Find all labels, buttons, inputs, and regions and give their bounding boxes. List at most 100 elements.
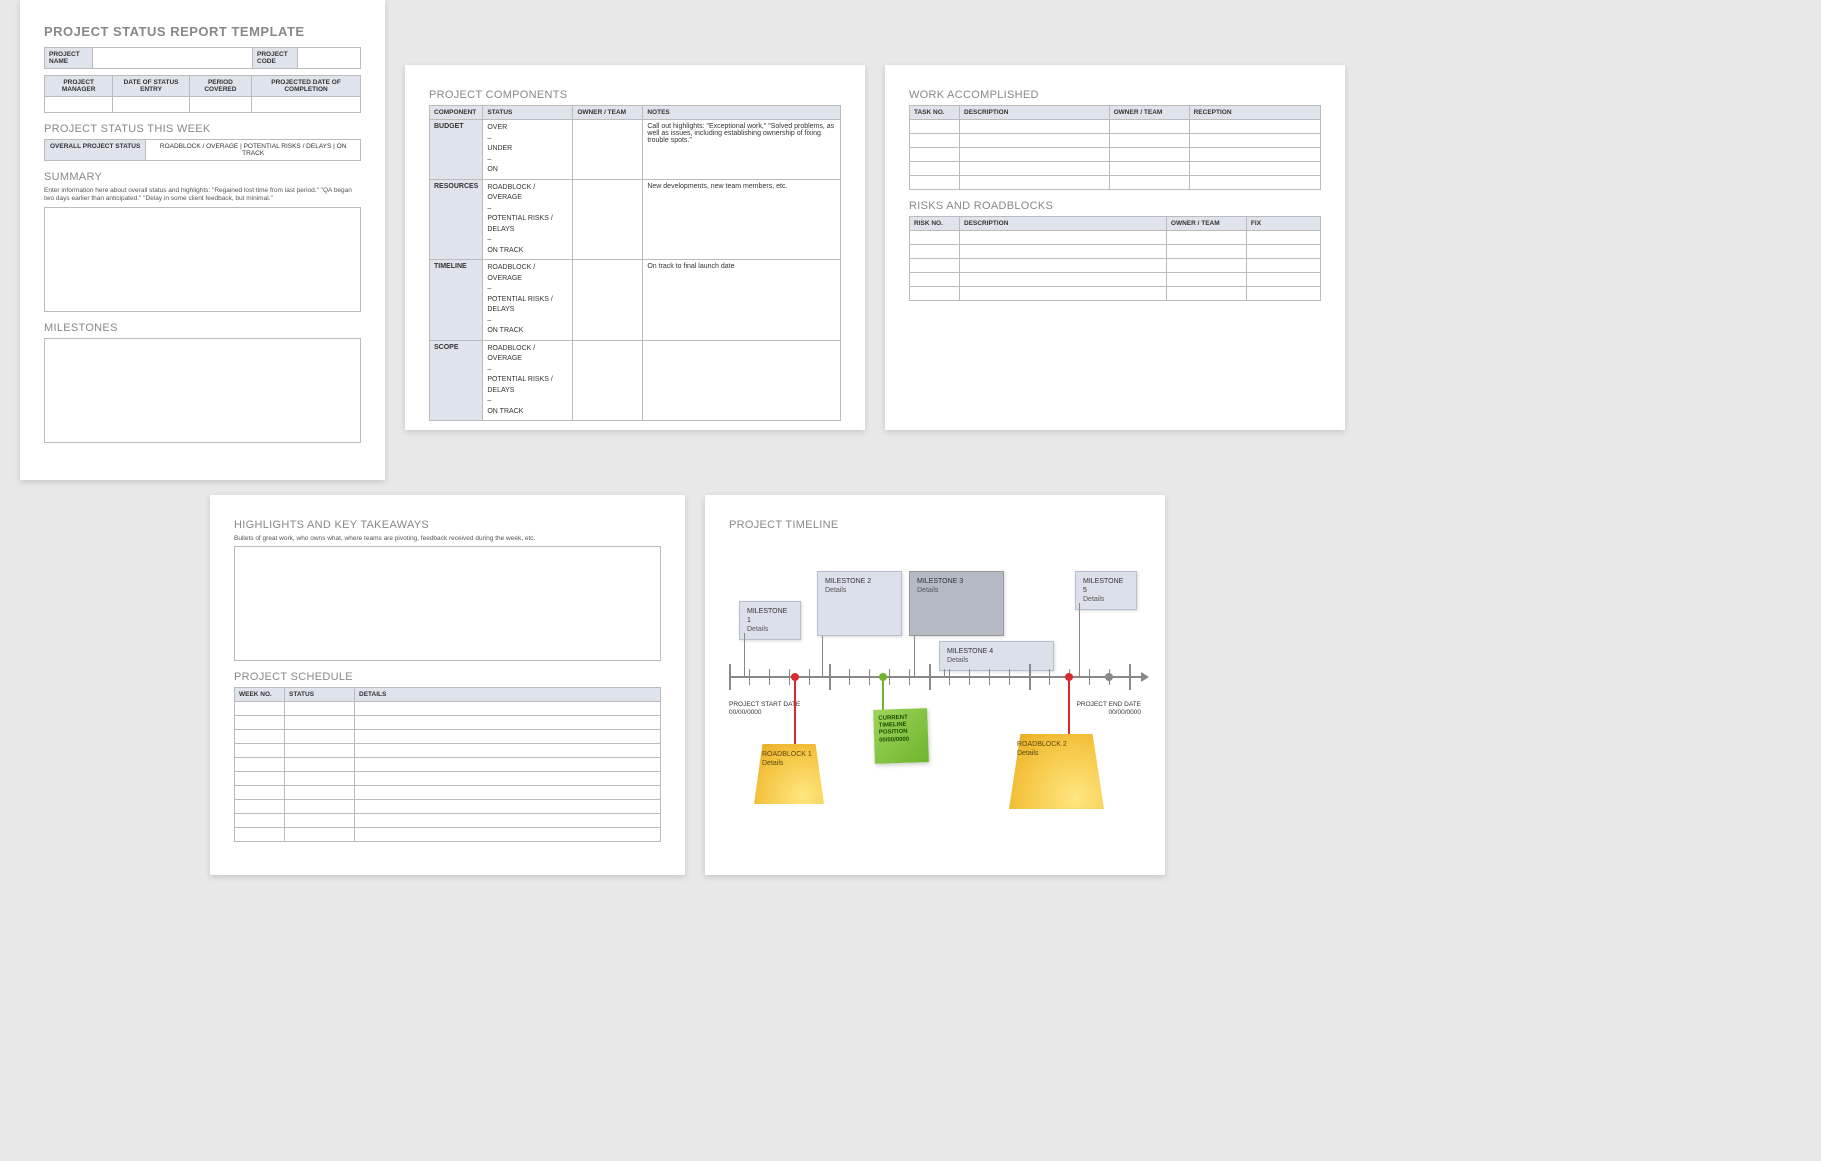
table-row[interactable]: [910, 231, 1321, 245]
col-week-no: WEEK NO.: [235, 688, 285, 702]
end-date: 00/00/0000: [1077, 709, 1141, 717]
input-period-covered[interactable]: [189, 97, 251, 113]
col-details: DETAILS: [355, 688, 661, 702]
table-row[interactable]: [910, 287, 1321, 301]
dot-icon: [1105, 673, 1113, 681]
section-schedule: PROJECT SCHEDULE: [234, 671, 661, 683]
table-row[interactable]: [235, 800, 661, 814]
input-date-status-entry[interactable]: [113, 97, 189, 113]
cell-notes[interactable]: New developments, new team members, etc.: [643, 179, 841, 260]
table-row[interactable]: [910, 273, 1321, 287]
cell-status[interactable]: OVER – UNDER – ON: [483, 120, 573, 180]
milestone-detail: Details: [917, 586, 996, 595]
col-notes: NOTES: [643, 106, 841, 120]
summary-hint: Enter information here about overall sta…: [44, 187, 361, 204]
roadblock-2: ROADBLOCK 2 Details: [1009, 734, 1104, 809]
input-project-code[interactable]: [298, 48, 361, 69]
table-row[interactable]: [910, 134, 1321, 148]
input-project-name[interactable]: [93, 48, 253, 69]
table-row[interactable]: [235, 786, 661, 800]
milestone-title: MILESTONE 2: [825, 577, 894, 586]
overall-status-options[interactable]: ROADBLOCK / OVERAGE | POTENTIAL RISKS / …: [146, 140, 360, 160]
end-label-text: PROJECT END DATE: [1077, 701, 1141, 709]
cell-owner[interactable]: [573, 340, 643, 421]
col-owner: OWNER / TEAM: [1166, 217, 1246, 231]
roadblock-dot-icon: [1065, 673, 1073, 681]
current-connector-line: [882, 681, 884, 711]
cell-component: BUDGET: [430, 120, 483, 180]
cell-notes[interactable]: Call out highlights: "Exceptional work,"…: [643, 120, 841, 180]
col-status: STATUS: [483, 106, 573, 120]
table-row[interactable]: [910, 176, 1321, 190]
roadblock-connector-line: [1068, 681, 1070, 736]
table-row[interactable]: [235, 744, 661, 758]
table-row: BUDGET OVER – UNDER – ON Call out highli…: [430, 120, 841, 180]
table-row[interactable]: [235, 702, 661, 716]
overall-status-label: OVERALL PROJECT STATUS: [45, 140, 146, 160]
milestones-input[interactable]: [44, 338, 361, 443]
table-row[interactable]: [910, 162, 1321, 176]
timeline: MILESTONE 1 Details MILESTONE 2 Details …: [729, 541, 1141, 841]
cell-component: TIMELINE: [430, 260, 483, 341]
table-row[interactable]: [910, 148, 1321, 162]
input-project-manager[interactable]: [45, 97, 113, 113]
col-status: STATUS: [285, 688, 355, 702]
connector-line: [744, 633, 745, 676]
table-row[interactable]: [235, 716, 661, 730]
input-projected-completion[interactable]: [252, 97, 361, 113]
table-row[interactable]: [235, 814, 661, 828]
cell-status[interactable]: ROADBLOCK / OVERAGE – POTENTIAL RISKS / …: [483, 340, 573, 421]
label-date-status-entry: DATE OF STATUS ENTRY: [113, 76, 189, 97]
section-highlights: HIGHLIGHTS AND KEY TAKEAWAYS: [234, 519, 661, 531]
milestone-box-4: MILESTONE 4 Details: [939, 641, 1054, 671]
col-description: DESCRIPTION: [960, 106, 1110, 120]
connector-line: [1079, 603, 1080, 676]
table-row[interactable]: [910, 120, 1321, 134]
cell-notes[interactable]: [643, 340, 841, 421]
tick-icon: [1029, 664, 1031, 690]
label-projected-completion: PROJECTED DATE OF COMPLETION: [252, 76, 361, 97]
col-owner: OWNER / TEAM: [1109, 106, 1189, 120]
table-row[interactable]: [910, 245, 1321, 259]
roadblock-title: ROADBLOCK 2: [1017, 740, 1096, 749]
milestone-box-1: MILESTONE 1 Details: [739, 601, 801, 640]
roadblock-1: ROADBLOCK 1 Details: [754, 744, 824, 804]
table-row: RESOURCES ROADBLOCK / OVERAGE – POTENTIA…: [430, 179, 841, 260]
milestone-detail: Details: [825, 586, 894, 595]
work-table: TASK NO. DESCRIPTION OWNER / TEAM RECEPT…: [909, 105, 1321, 190]
tick-icon: [769, 669, 770, 685]
col-fix: FIX: [1246, 217, 1320, 231]
summary-input[interactable]: [44, 207, 361, 312]
label-project-name: PROJECT NAME: [45, 48, 93, 69]
cell-component: SCOPE: [430, 340, 483, 421]
connector-line: [914, 636, 915, 676]
table-row[interactable]: [235, 730, 661, 744]
cell-owner[interactable]: [573, 260, 643, 341]
table-row[interactable]: [235, 772, 661, 786]
table-row[interactable]: [235, 758, 661, 772]
col-component: COMPONENT: [430, 106, 483, 120]
overall-status-bar: OVERALL PROJECT STATUS ROADBLOCK / OVERA…: [44, 139, 361, 161]
cell-status[interactable]: ROADBLOCK / OVERAGE – POTENTIAL RISKS / …: [483, 260, 573, 341]
col-risk-no: RISK NO.: [910, 217, 960, 231]
current-position-note: CURRENT TIMELINE POSITION 00/00/0000: [873, 708, 929, 764]
cell-owner[interactable]: [573, 120, 643, 180]
cell-status[interactable]: ROADBLOCK / OVERAGE – POTENTIAL RISKS / …: [483, 179, 573, 260]
table-row[interactable]: [910, 259, 1321, 273]
tick-icon: [729, 664, 731, 690]
current-l4: 00/00/0000: [879, 736, 923, 745]
tick-icon: [969, 669, 970, 685]
cell-owner[interactable]: [573, 179, 643, 260]
tick-icon: [949, 669, 950, 685]
tick-icon: [789, 669, 790, 685]
highlights-input[interactable]: [234, 546, 661, 661]
milestone-title: MILESTONE 1: [747, 607, 793, 625]
table-row[interactable]: [235, 828, 661, 842]
tick-icon: [929, 664, 931, 690]
tick-icon: [869, 669, 870, 685]
schedule-table: WEEK NO. STATUS DETAILS: [234, 687, 661, 842]
label-project-manager: PROJECT MANAGER: [45, 76, 113, 97]
cell-notes[interactable]: On track to final launch date: [643, 260, 841, 341]
col-task-no: TASK NO.: [910, 106, 960, 120]
milestone-box-2: MILESTONE 2 Details: [817, 571, 902, 636]
